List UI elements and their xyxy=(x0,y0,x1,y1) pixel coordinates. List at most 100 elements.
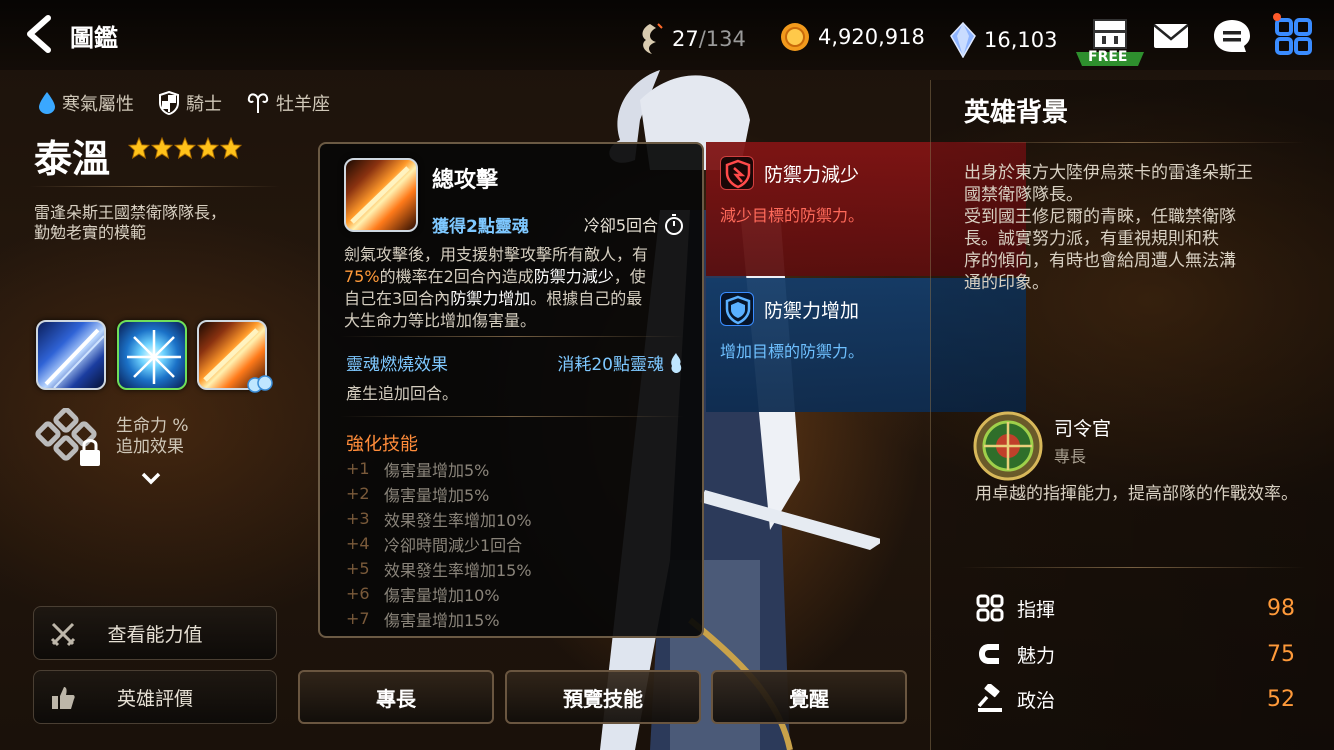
right-panel-border xyxy=(930,80,931,750)
stat-row-charm: 魅力 75 xyxy=(975,636,1295,672)
mail-button[interactable] xyxy=(1152,20,1190,52)
enhance-text: 冷卻時間減少1回合 xyxy=(384,535,523,555)
crystal-icon xyxy=(950,22,976,58)
free-gift-button[interactable]: FREE xyxy=(1072,16,1148,70)
soul-counter[interactable]: 27/134 xyxy=(636,22,746,56)
background-line: 受到國王修尼爾的青睞，任職禁衛隊 xyxy=(964,207,1236,227)
view-stats-button[interactable]: 查看能力值 xyxy=(33,606,277,660)
desc-text: ，使 xyxy=(613,267,646,286)
enhance-level: +2 xyxy=(346,484,370,503)
background-text: 出身於東方大陸伊烏萊卡的雷逢朵斯王 國禁衛隊隊長。 受到國王修尼爾的青睞，任職禁… xyxy=(964,162,1304,294)
star-icon xyxy=(220,137,242,159)
stats-divider xyxy=(960,567,1305,568)
specialty-description: 用卓越的指揮能力，提高部隊的作戰效率。 xyxy=(975,484,1298,504)
expand-chevron-icon[interactable] xyxy=(140,470,162,486)
desc-keyword-buff[interactable]: 防禦力增加 xyxy=(450,289,530,308)
stat-label: 指揮 xyxy=(1017,598,1056,621)
enhance-row: +7 傷害量增加15% xyxy=(346,606,686,631)
tooltip-soul-gain: 獲得2點靈魂 xyxy=(432,217,529,237)
specialty-subtitle: 專長 xyxy=(1054,447,1087,466)
hero-review-button[interactable]: 英雄評價 xyxy=(33,670,277,724)
back-button[interactable] xyxy=(18,12,62,56)
skill-tooltip: 總攻擊 獲得2點靈魂 冷卻5回合 劍氣攻擊後，用支援射擊攻擊所有敵人，有 75%… xyxy=(318,142,704,638)
chat-icon xyxy=(1214,20,1250,52)
soul-current: 27 xyxy=(672,27,699,51)
tooltip-divider xyxy=(340,416,684,417)
zodiac-label: 牡羊座 xyxy=(276,94,330,115)
soul-burn-description: 產生追加回合。 xyxy=(346,384,459,403)
gold-amount: 4,920,918 xyxy=(818,25,925,49)
tab-awaken-label: 覺醒 xyxy=(789,686,829,711)
enhance-level: +5 xyxy=(346,559,370,578)
gold-counter[interactable]: 4,920,918 xyxy=(780,22,925,52)
soul-icon xyxy=(642,23,663,54)
desc-highlight: 75% xyxy=(344,267,380,286)
enhance-level: +1 xyxy=(346,459,370,478)
desc-text: 。根據自己的最 xyxy=(530,289,643,308)
enhance-list: +1 傷害量增加5% +2 傷害量增加5% +3 效果發生率增加10% +4 冷卻時間減少1回… xyxy=(346,456,686,631)
enhance-text: 傷害量增加5% xyxy=(384,485,490,505)
tooltip-divider xyxy=(340,336,684,337)
enhance-text: 傷害量增加10% xyxy=(384,585,500,605)
locked-bonus-line: 生命力 % xyxy=(116,416,189,436)
stat-value: 75 xyxy=(1267,641,1295,667)
crystal-counter[interactable]: 16,103 xyxy=(950,22,1057,58)
defense-up-badge xyxy=(720,292,754,326)
skill-1-slot[interactable] xyxy=(36,320,106,390)
hero-divider xyxy=(30,186,280,187)
enhance-level: +3 xyxy=(346,509,370,528)
soul-max: /134 xyxy=(698,27,746,51)
stopwatch-icon xyxy=(665,214,683,235)
chat-button[interactable] xyxy=(1212,18,1252,56)
hero-review-label: 英雄評價 xyxy=(116,687,193,710)
zodiac-tag: 牡羊座 xyxy=(246,90,330,116)
charm-magnet-icon xyxy=(979,644,999,664)
element-tag: 寒氣屬性 xyxy=(38,90,134,116)
element-label: 寒氣屬性 xyxy=(62,94,134,115)
background-title: 英雄背景 xyxy=(964,98,1069,128)
crystal-amount: 16,103 xyxy=(984,28,1058,52)
skill-2-slot[interactable] xyxy=(117,320,187,390)
grid-menu-icon xyxy=(1273,13,1312,55)
background-line: 出身於東方大陸伊烏萊卡的雷逢朵斯王 xyxy=(964,163,1253,183)
tab-awaken[interactable]: 覺醒 xyxy=(711,670,907,724)
debuff-description: 減少目標的防禦力。 xyxy=(720,206,865,225)
star-icon xyxy=(128,137,150,159)
tab-specialty-label: 專長 xyxy=(376,686,416,711)
soul-burn-cost: 消耗20點靈魂 xyxy=(557,350,684,375)
stat-row-command: 指揮 98 xyxy=(975,590,1295,626)
desc-keyword-debuff[interactable]: 防禦力減少 xyxy=(534,267,614,286)
tab-skill-preview[interactable]: 預覽技能 xyxy=(505,670,701,724)
buff-title: 防禦力增加 xyxy=(764,300,860,322)
hero-attributes: 寒氣屬性 騎士 牡羊座 xyxy=(38,90,344,116)
tooltip-description: 劍氣攻擊後，用支援射擊攻擊所有敵人，有 75%的機率在2回合內造成防禦力減少，使… xyxy=(344,244,700,332)
desc-line: 75%的機率在2回合內造成防禦力減少，使 xyxy=(344,266,700,288)
class-label: 騎士 xyxy=(186,94,222,115)
tab-specialty[interactable]: 專長 xyxy=(298,670,494,724)
locked-bonus-text: 生命力 % 追加效果 xyxy=(116,416,189,458)
enhance-row: +4 冷卻時間減少1回合 xyxy=(346,531,686,556)
hero-description-line: 雷逢朵斯王國禁衛隊隊長， xyxy=(34,203,227,222)
desc-line: 大生命力等比增加傷害量。 xyxy=(344,311,537,330)
fire-slash-icon xyxy=(350,166,410,224)
main-menu-button[interactable] xyxy=(1270,12,1316,58)
specialty-name: 司令官 xyxy=(1054,418,1112,440)
stat-row-politics: 政治 52 xyxy=(975,681,1295,717)
free-label: FREE xyxy=(1088,49,1128,65)
knight-shield-icon xyxy=(159,91,179,115)
locked-bonus-icon xyxy=(35,408,100,466)
background-divider xyxy=(955,142,1305,143)
mail-icon xyxy=(1153,24,1189,48)
background-line: 通的印象。 xyxy=(964,273,1049,293)
enhance-row: +5 效果發生率增加15% xyxy=(346,556,686,581)
enhance-text: 傷害量增加5% xyxy=(384,460,490,480)
star-icon xyxy=(151,137,173,159)
soul-burn-title: 靈魂燃燒效果 xyxy=(346,355,448,375)
hero-name: 泰溫 xyxy=(34,137,111,181)
defense-down-badge xyxy=(720,156,754,190)
tooltip-skill-icon xyxy=(344,158,418,232)
background-line: 序的傾向，有時也會給周遭人無法溝 xyxy=(964,251,1236,271)
defense-down-icon xyxy=(725,159,751,189)
commander-badge-icon xyxy=(973,411,1043,481)
defense-up-icon xyxy=(725,295,751,325)
